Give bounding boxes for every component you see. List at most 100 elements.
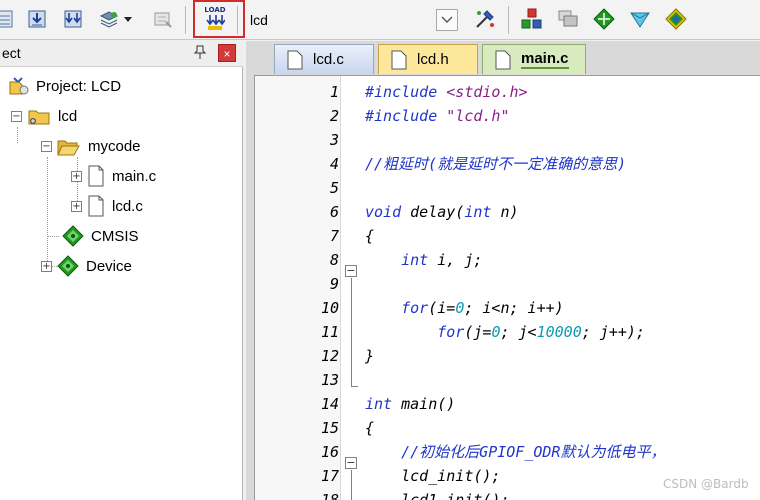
code-line[interactable]: for(j=0; j<10000; j++);: [365, 320, 645, 344]
line-number: 12: [320, 347, 339, 365]
project-panel-title: ect: [2, 45, 21, 61]
tree-guide: [17, 127, 18, 143]
fold-collapse-icon[interactable]: −: [345, 457, 357, 469]
code-line[interactable]: }: [365, 344, 374, 368]
line-number: 14: [320, 395, 339, 413]
project-panel: ect × Project: LCD − lcd − mycode + main…: [0, 41, 243, 500]
tree-item-lcd-c[interactable]: + lcd.c: [71, 194, 143, 218]
line-number: 9: [329, 275, 339, 293]
tab-lcd-h[interactable]: lcd.h: [378, 44, 478, 74]
line-number: 10: [320, 299, 339, 317]
tree-item-lcd[interactable]: − lcd: [11, 104, 77, 128]
fold-collapse-icon[interactable]: −: [345, 265, 357, 277]
fold-guide: [351, 278, 352, 386]
line-number: 5: [329, 179, 339, 197]
line-number: 17: [320, 467, 339, 485]
code-line[interactable]: void delay(int n): [365, 200, 519, 224]
line-number: 6: [329, 203, 339, 221]
line-number: 13: [320, 371, 339, 389]
toolbar-separator: [237, 6, 238, 34]
code-line[interactable]: lcd_init();: [365, 464, 500, 488]
code-line[interactable]: #include "lcd.h": [365, 104, 510, 128]
tab-lcd-c[interactable]: lcd.c: [274, 44, 374, 74]
collapse-icon[interactable]: −: [11, 110, 22, 122]
rebuild-icon[interactable]: [60, 6, 86, 32]
translate-icon[interactable]: [150, 6, 176, 32]
stack-icon[interactable]: [96, 6, 122, 32]
code-line[interactable]: #include <stdio.h>: [365, 80, 528, 104]
pack-installer-icon[interactable]: [591, 6, 617, 32]
c-file-icon: [88, 165, 104, 187]
tree-guide: [47, 157, 48, 269]
tree-item-project[interactable]: Project: LCD: [8, 74, 121, 98]
line-number: 15: [320, 419, 339, 437]
code-line[interactable]: {: [365, 224, 374, 248]
target-select[interactable]: lcd: [246, 7, 466, 33]
code-line[interactable]: for(i=0; i<n; i++): [365, 296, 564, 320]
fold-guide: [351, 386, 358, 387]
code-line[interactable]: int main(): [365, 392, 455, 416]
project-panel-header: ect ×: [0, 41, 243, 67]
fold-guide: [351, 470, 352, 500]
toolbar: LOAD lcd: [0, 0, 760, 40]
tab-label: main.c: [521, 50, 569, 69]
tree-item-label: lcd.c: [112, 197, 143, 215]
line-number: 18: [320, 491, 339, 500]
code-editor[interactable]: 1 2 3 4 5 6 7 8 9 10 11 12 13 14 15 16 17 18 − − #include…: [254, 75, 760, 500]
tree-item-cmsis[interactable]: CMSIS: [61, 224, 139, 248]
code-line[interactable]: {: [365, 416, 374, 440]
c-file-icon: [88, 195, 104, 217]
chevron-down-icon[interactable]: [121, 6, 135, 32]
tree-item-device[interactable]: + Device: [41, 254, 132, 278]
line-number: 8: [329, 251, 339, 269]
line-number: 16: [320, 443, 339, 461]
watermark: CSDN @Bardb: [663, 477, 749, 491]
code-line[interactable]: lcd1_init();: [365, 488, 509, 500]
target-dropdown-button[interactable]: [436, 9, 458, 31]
download-icon[interactable]: [24, 6, 50, 32]
tree-item-main-c[interactable]: + main.c: [71, 164, 156, 188]
line-number: 11: [320, 323, 339, 341]
tree-item-label: Device: [86, 257, 132, 275]
line-number: 3: [329, 131, 339, 149]
target-select-value: lcd: [250, 12, 268, 28]
file-icon: [391, 50, 407, 70]
tree-item-label: mycode: [88, 137, 141, 155]
target-folder-icon: [28, 110, 50, 125]
manage-components-icon[interactable]: [519, 6, 545, 32]
tab-main-c[interactable]: main.c: [482, 44, 586, 74]
batch-build-icon[interactable]: [0, 6, 18, 32]
project-icon: [9, 77, 29, 95]
load-label: LOAD: [204, 6, 226, 14]
window-icon[interactable]: [555, 6, 581, 32]
chevron-down-icon: [441, 16, 453, 23]
expand-icon[interactable]: +: [41, 260, 52, 272]
green-diamond-icon: [57, 255, 79, 277]
tab-label: lcd.h: [417, 51, 449, 68]
code-line[interactable]: //粗延时(就是延时不一定准确的意思): [365, 152, 626, 176]
expand-icon[interactable]: +: [71, 200, 82, 212]
close-panel-button[interactable]: ×: [218, 44, 236, 62]
options-icon[interactable]: [472, 6, 498, 32]
file-icon: [495, 50, 511, 70]
editor-area: lcd.c lcd.h main.c 1 2 3 4 5 6 7 8 9 10 11 12 13 14 15…: [246, 41, 760, 500]
code-line[interactable]: int i, j;: [365, 248, 482, 272]
tree-item-label: lcd: [58, 107, 78, 125]
event-recorder-icon[interactable]: [663, 6, 689, 32]
toolbar-separator: [185, 6, 186, 34]
green-diamond-icon: [62, 225, 84, 247]
tree-guide: [47, 236, 59, 237]
pin-icon[interactable]: [192, 45, 208, 61]
folder-open-icon: [57, 140, 80, 156]
tab-label: lcd.c: [313, 51, 344, 68]
tree-item-mycode[interactable]: − mycode: [41, 134, 141, 158]
line-number: 2: [329, 107, 339, 125]
load-icon[interactable]: LOAD: [199, 3, 231, 35]
expand-icon[interactable]: +: [71, 170, 82, 182]
file-icon: [287, 50, 303, 70]
collapse-icon[interactable]: −: [41, 140, 52, 152]
tree-item-label: Project: LCD: [36, 77, 122, 95]
code-line[interactable]: //初始化后GPIOF_ODR默认为低电平，: [365, 440, 665, 464]
select-packs-icon[interactable]: [627, 6, 653, 32]
editor-tabs: lcd.c lcd.h main.c: [246, 41, 760, 75]
